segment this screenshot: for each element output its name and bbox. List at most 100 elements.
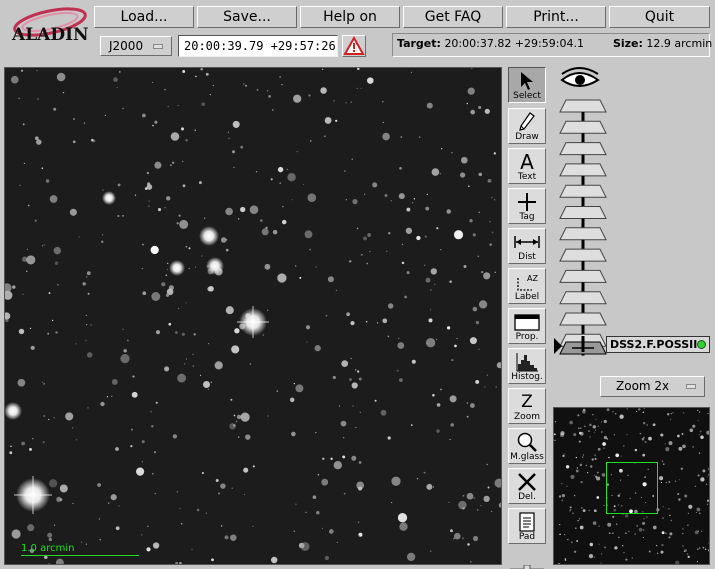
star — [321, 478, 329, 486]
star — [569, 420, 573, 425]
star — [432, 393, 435, 397]
star — [603, 447, 605, 449]
star — [708, 473, 709, 476]
star — [86, 324, 88, 326]
star — [643, 436, 645, 439]
star — [675, 560, 680, 564]
star — [567, 539, 569, 541]
star — [97, 483, 102, 487]
star — [165, 196, 171, 201]
star — [612, 515, 615, 518]
star — [17, 378, 26, 387]
star — [352, 199, 358, 205]
svg-text:AZ: AZ — [527, 274, 538, 283]
tool-tag[interactable]: Tag — [508, 188, 546, 224]
star — [687, 512, 690, 514]
star — [466, 492, 474, 500]
coord-frame-select[interactable]: J2000 — [100, 36, 172, 56]
star — [141, 267, 144, 270]
star — [595, 419, 597, 421]
star — [243, 83, 245, 85]
star — [706, 499, 709, 502]
quit-button[interactable]: Quit — [609, 6, 710, 28]
star — [569, 510, 571, 512]
star — [279, 76, 281, 78]
star — [702, 469, 706, 473]
tool-magnifier[interactable]: M.glass — [508, 428, 546, 464]
dropdown-icon — [686, 384, 696, 389]
opacity-slider[interactable] — [508, 558, 546, 569]
tool-label[interactable]: AZ Label — [508, 268, 546, 304]
tool-draw[interactable]: Draw — [508, 108, 546, 144]
help-on-button[interactable]: Help on — [300, 6, 400, 28]
star — [115, 526, 120, 531]
star — [153, 451, 157, 454]
star — [177, 104, 179, 107]
star — [69, 208, 77, 216]
sky-image-view[interactable]: 1.0 arcmin — [4, 67, 502, 565]
tool-zoom[interactable]: Z Zoom — [508, 388, 546, 424]
warning-button[interactable] — [342, 35, 366, 57]
star — [462, 494, 465, 497]
star — [78, 236, 80, 238]
star — [614, 546, 618, 550]
tool-delete[interactable]: Del. — [508, 468, 546, 504]
star — [212, 84, 214, 87]
star — [467, 543, 470, 546]
star — [349, 378, 352, 381]
star — [56, 72, 66, 82]
star — [618, 536, 620, 539]
star — [181, 332, 185, 336]
star — [625, 558, 628, 561]
star — [655, 544, 658, 547]
overview-view-rectangle[interactable] — [606, 462, 658, 514]
size-label: Size: — [612, 37, 643, 50]
star — [665, 532, 667, 534]
tool-pad[interactable]: Pad — [508, 508, 546, 544]
tool-dist[interactable]: Dist — [508, 228, 546, 264]
tool-properties[interactable]: Prop. — [508, 308, 546, 344]
star — [451, 359, 454, 362]
tool-select[interactable]: Select — [508, 67, 546, 103]
star — [147, 525, 149, 527]
star — [466, 415, 469, 418]
star — [579, 525, 584, 530]
star — [426, 483, 433, 490]
star — [180, 127, 185, 131]
star — [397, 513, 408, 523]
star — [628, 530, 630, 533]
overview-panel[interactable] — [553, 407, 710, 565]
coordinate-input[interactable]: 20:00:39.79 +29:57:26.9 — [178, 35, 338, 57]
star — [232, 150, 235, 154]
star — [29, 327, 32, 330]
star — [289, 397, 295, 403]
star — [697, 474, 700, 477]
star — [245, 84, 247, 87]
star — [335, 119, 338, 122]
plane-name-label[interactable]: DSS2.F.POSSII — [606, 336, 710, 353]
star — [707, 412, 709, 415]
get-faq-button[interactable]: Get FAQ — [403, 6, 503, 28]
star — [429, 309, 432, 311]
star — [642, 421, 646, 425]
star — [406, 207, 411, 212]
star — [652, 423, 656, 427]
star — [648, 436, 652, 441]
star — [107, 502, 110, 504]
star — [102, 189, 104, 191]
star — [27, 524, 35, 532]
tool-text[interactable]: A Text — [508, 148, 546, 184]
star — [484, 108, 490, 114]
star — [342, 455, 346, 459]
tool-histogram[interactable]: Histog. — [508, 348, 546, 384]
star — [243, 493, 245, 496]
star — [625, 532, 627, 534]
star — [343, 170, 346, 172]
load-button[interactable]: Load... — [94, 6, 194, 28]
plane-stack[interactable] — [552, 66, 712, 356]
zoom-select[interactable]: Zoom 2x — [600, 376, 705, 397]
star — [481, 271, 484, 274]
tool-pad-label: Pad — [518, 532, 536, 542]
save-button[interactable]: Save... — [197, 6, 297, 28]
print-button[interactable]: Print... — [506, 6, 606, 28]
